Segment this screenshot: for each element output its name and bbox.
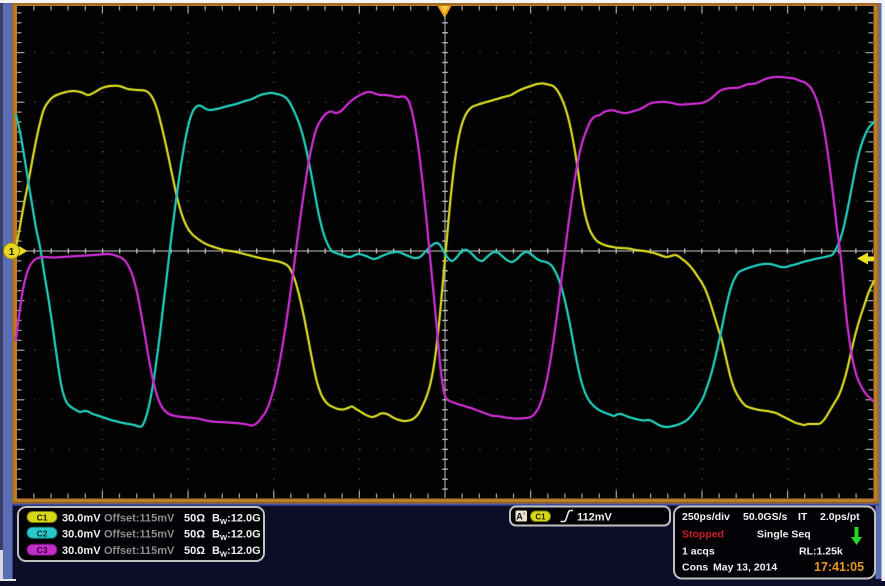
- svg-text:Single Seq: Single Seq: [757, 529, 811, 541]
- svg-text:May 13, 2014: May 13, 2014: [713, 562, 777, 574]
- svg-text:Aʾ: Aʾ: [516, 512, 526, 522]
- svg-text:30.0mV: 30.0mV: [62, 545, 101, 557]
- svg-text:17:41:05: 17:41:05: [814, 560, 864, 574]
- svg-text:50Ω: 50Ω: [184, 528, 205, 540]
- svg-text:30.0mV: 30.0mV: [62, 528, 101, 540]
- svg-text:Offset:115mV: Offset:115mV: [104, 545, 175, 557]
- svg-text:Stopped: Stopped: [682, 529, 724, 541]
- svg-text:BW:12.0G: BW:12.0G: [212, 545, 261, 559]
- svg-text:250ps/div: 250ps/div: [682, 511, 730, 523]
- svg-text:30.0mV: 30.0mV: [62, 513, 101, 525]
- svg-text:50Ω: 50Ω: [184, 545, 205, 557]
- svg-text:50Ω: 50Ω: [184, 513, 205, 525]
- svg-text:2.0ps/pt: 2.0ps/pt: [820, 511, 860, 523]
- svg-text:1 acqs: 1 acqs: [682, 546, 715, 558]
- svg-text:C2: C2: [37, 528, 48, 538]
- svg-text:C3: C3: [37, 545, 48, 555]
- svg-text:1: 1: [9, 246, 15, 258]
- svg-text:BW:12.0G: BW:12.0G: [212, 513, 261, 527]
- svg-text:RL:1.25k: RL:1.25k: [799, 546, 843, 558]
- svg-text:Offset:115mV: Offset:115mV: [104, 513, 175, 525]
- svg-text:C1: C1: [37, 513, 48, 523]
- svg-text:112mV: 112mV: [577, 512, 613, 524]
- svg-text:Cons: Cons: [682, 562, 708, 574]
- svg-text:BW:12.0G: BW:12.0G: [212, 528, 261, 542]
- svg-text:IT: IT: [798, 511, 808, 523]
- svg-text:50.0GS/s: 50.0GS/s: [743, 511, 788, 523]
- svg-text:C1: C1: [535, 513, 546, 522]
- svg-text:Offset:115mV: Offset:115mV: [104, 528, 175, 540]
